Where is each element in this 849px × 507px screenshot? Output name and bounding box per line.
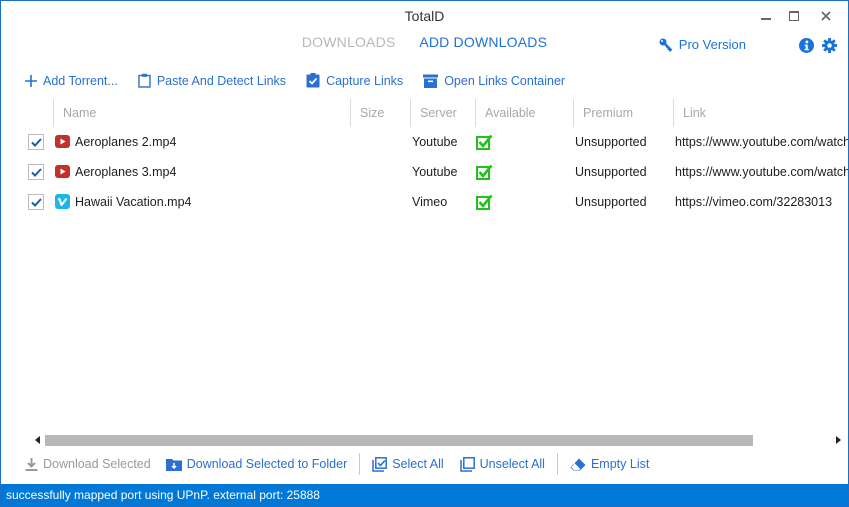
- open-links-container-label: Open Links Container: [444, 73, 566, 88]
- available-check-icon: [476, 134, 493, 150]
- capture-links-label: Capture Links: [326, 73, 404, 88]
- minimize-button[interactable]: [752, 5, 780, 27]
- download-selected-button[interactable]: Download Selected: [25, 457, 151, 471]
- app-window: TotalD DOWNLOADS ADD DOWNLOADS Pro Versi…: [0, 0, 849, 507]
- select-all-button[interactable]: Select All: [372, 456, 444, 472]
- close-icon: [821, 11, 831, 21]
- column-header-size[interactable]: Size: [350, 99, 410, 127]
- maximize-icon: [789, 11, 799, 21]
- key-icon: [659, 38, 673, 51]
- title-bar[interactable]: TotalD: [1, 1, 848, 31]
- link[interactable]: https://www.youtube.com/watch: [675, 127, 848, 157]
- unselect-all-button[interactable]: Unselect All: [459, 456, 545, 472]
- available-check-icon: [476, 164, 493, 180]
- link[interactable]: https://www.youtube.com/watch: [675, 157, 848, 187]
- file-name: Hawaii Vacation.mp4: [75, 195, 192, 209]
- download-icon: [25, 457, 38, 471]
- unselect-all-icon: [459, 456, 475, 472]
- file-name: Aeroplanes 3.mp4: [75, 165, 177, 179]
- gear-icon: [822, 38, 837, 53]
- downloads-table: Name Size Server Available Premium Link …: [1, 99, 848, 217]
- empty-list-button[interactable]: Empty List: [570, 457, 649, 471]
- file-name: Aeroplanes 2.mp4: [75, 135, 177, 149]
- tab-downloads[interactable]: DOWNLOADS: [302, 34, 396, 50]
- scrollbar-thumb[interactable]: [45, 435, 753, 446]
- plus-icon: [25, 74, 37, 87]
- unselect-all-label: Unselect All: [479, 457, 545, 471]
- paste-detect-links-button[interactable]: Paste And Detect Links: [138, 73, 286, 88]
- server: Youtube: [412, 165, 458, 179]
- open-links-container-button[interactable]: Open Links Container: [423, 74, 565, 88]
- table-row[interactable]: Aeroplanes 3.mp4 Youtube Unsupported htt…: [1, 157, 848, 187]
- top-toolbar: Add Torrent... Paste And Detect Links Ca…: [25, 73, 585, 88]
- capture-links-button[interactable]: Capture Links: [306, 73, 403, 88]
- column-header-available[interactable]: Available: [475, 99, 573, 127]
- eraser-icon: [570, 458, 586, 470]
- add-torrent-button[interactable]: Add Torrent...: [25, 74, 118, 88]
- minimize-icon: [761, 18, 771, 20]
- info-icon: [799, 38, 814, 53]
- info-button[interactable]: [799, 38, 814, 56]
- download-selected-to-folder-label: Download Selected to Folder: [186, 457, 348, 471]
- column-header-server[interactable]: Server: [410, 99, 475, 127]
- scroll-right-arrow-icon[interactable]: [833, 435, 843, 445]
- checkmark-icon: [30, 197, 42, 207]
- toolbar-separator: [359, 453, 361, 475]
- folder-download-icon: [165, 458, 182, 471]
- settings-button[interactable]: [822, 38, 837, 56]
- vimeo-icon: [55, 194, 70, 209]
- close-button[interactable]: [812, 5, 840, 27]
- link[interactable]: https://vimeo.com/32283013: [675, 187, 848, 217]
- horizontal-scrollbar[interactable]: [1, 433, 848, 447]
- premium-status: Unsupported: [575, 135, 647, 149]
- table-header: Name Size Server Available Premium Link: [1, 99, 848, 127]
- table-row[interactable]: Hawaii Vacation.mp4 Vimeo Unsupported ht…: [1, 187, 848, 217]
- pro-version-link[interactable]: Pro Version: [659, 37, 746, 52]
- column-header-premium[interactable]: Premium: [573, 99, 673, 127]
- youtube-icon: [55, 165, 70, 178]
- paste-detect-links-label: Paste And Detect Links: [156, 73, 287, 88]
- row-checkbox[interactable]: [28, 164, 44, 180]
- scroll-left-arrow-icon[interactable]: [33, 435, 43, 445]
- status-message: successfully mapped port using UPnP. ext…: [6, 488, 320, 502]
- window-title: TotalD: [404, 8, 445, 24]
- clipboard-icon: [138, 73, 151, 88]
- server: Vimeo: [412, 195, 448, 209]
- bottom-toolbar: Download Selected Download Selected to F…: [25, 453, 649, 475]
- archive-box-icon: [423, 74, 439, 88]
- clipboard-check-icon: [306, 73, 320, 88]
- row-checkbox[interactable]: [28, 134, 44, 150]
- pro-version-label: Pro Version: [678, 37, 746, 52]
- youtube-icon: [55, 135, 70, 148]
- premium-status: Unsupported: [575, 165, 647, 179]
- download-selected-label: Download Selected: [43, 457, 151, 471]
- empty-list-label: Empty List: [590, 457, 650, 471]
- select-all-icon: [372, 456, 388, 472]
- row-checkbox[interactable]: [28, 194, 44, 210]
- server: Youtube: [412, 135, 458, 149]
- column-header-link[interactable]: Link: [673, 99, 848, 127]
- table-row[interactable]: Aeroplanes 2.mp4 Youtube Unsupported htt…: [1, 127, 848, 157]
- add-torrent-label: Add Torrent...: [43, 73, 118, 88]
- maximize-button[interactable]: [780, 5, 808, 27]
- download-selected-to-folder-button[interactable]: Download Selected to Folder: [165, 457, 348, 471]
- tab-add-downloads[interactable]: ADD DOWNLOADS: [419, 34, 547, 50]
- toolbar-separator: [556, 453, 558, 475]
- select-all-label: Select All: [392, 457, 444, 471]
- status-bar: successfully mapped port using UPnP. ext…: [1, 484, 848, 506]
- checkmark-icon: [30, 167, 42, 177]
- column-header-name[interactable]: Name: [53, 99, 350, 127]
- premium-status: Unsupported: [575, 195, 647, 209]
- available-check-icon: [476, 194, 493, 210]
- checkmark-icon: [30, 137, 42, 147]
